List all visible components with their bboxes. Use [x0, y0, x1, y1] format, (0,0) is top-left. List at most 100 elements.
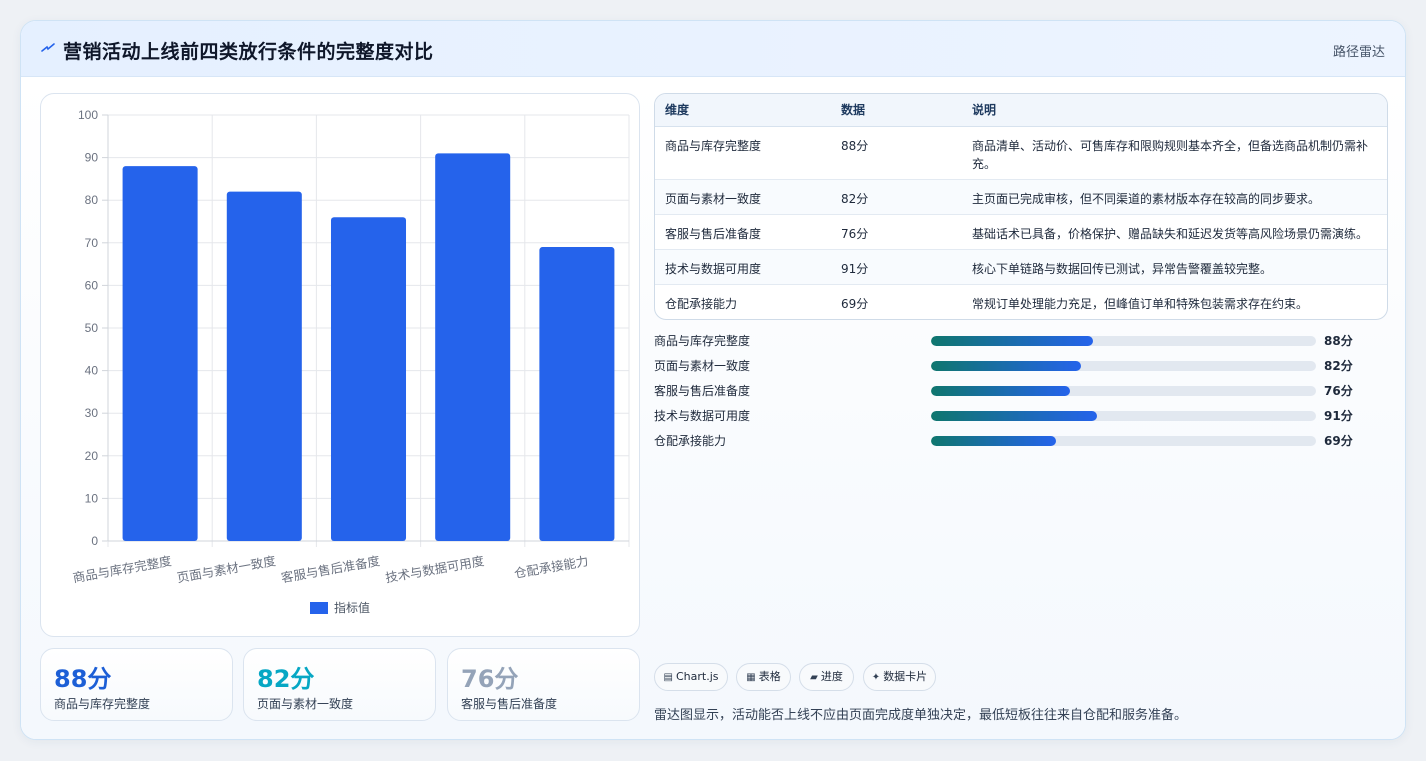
table-row: 技术与数据可用度 91分 核心下单链路与数据回传已测试，异常告警覆盖较完整。	[655, 249, 1387, 285]
legend-swatch	[310, 602, 328, 614]
table-cell-dimension: 仓配承接能力	[665, 296, 738, 311]
legend-label: 指标值	[334, 600, 370, 615]
progress-row: 页面与素材一致度 82分	[654, 356, 1388, 376]
table-cell-dimension: 商品与库存完整度	[655, 126, 831, 180]
stat-value: 76分	[461, 665, 519, 693]
stat-label: 商品与库存完整度	[54, 697, 151, 711]
mode-label[interactable]: 路径雷达	[1333, 41, 1385, 60]
progress-fill	[931, 411, 1097, 421]
bar	[435, 153, 511, 541]
page-title: 营销活动上线前四类放行条件的完整度对比	[63, 41, 434, 63]
progress-value: 69分	[1324, 434, 1353, 448]
y-tick-label: 30	[85, 406, 99, 420]
table-cell-dimension: 页面与素材一致度	[655, 179, 831, 215]
chip-label: 数据卡片	[883, 670, 928, 683]
bar	[539, 247, 615, 541]
main-card: 营销活动上线前四类放行条件的完整度对比 路径雷达 0 10 20 30 40 50 60 70…	[20, 20, 1406, 740]
table-row: 客服与售后准备度 76分 基础话术已具备，价格保护、赠品缺失和延迟发货等高风险场…	[655, 214, 1387, 250]
progress-row: 技术与数据可用度 91分	[654, 406, 1388, 426]
bar-chart: 0 10 20 30 40 50 60 70 80 90 100 商品与库存完整度 页面与素材一致度 客服…	[72, 108, 630, 615]
y-tick-label: 10	[85, 491, 99, 505]
chip-data-card[interactable]: ✦ 数据卡片	[863, 663, 936, 691]
y-tick-label: 90	[85, 151, 99, 165]
table-header-note: 说明	[962, 94, 1387, 127]
progress-fill	[931, 361, 1082, 371]
table-header-value: 数据	[831, 94, 962, 127]
progress-row: 客服与售后准备度 76分	[654, 381, 1388, 401]
chip-chartjs[interactable]: ▤ Chart.js	[654, 663, 728, 691]
table-cell-value: 88分	[831, 126, 962, 180]
chip-label: Chart.js	[675, 670, 719, 683]
bar	[330, 217, 407, 541]
stat-card-2: 82分 页面与素材一致度	[243, 648, 436, 721]
card-icon: ✦	[871, 672, 881, 683]
data-table: 维度 数据 说明 商品与库存完整度 88分 商品清单、活动价、可售库存和限购规则…	[654, 93, 1388, 320]
table-cell-note: 商品清单、活动价、可售库存和限购规则基本齐全，但备选商品机制仍需补充。	[962, 126, 1387, 180]
x-tick-label: 商品与库存完整度	[72, 553, 174, 585]
table-header-dimension: 维度	[655, 94, 831, 127]
table-cell-note: 常规订单处理能力充足，但峰值订单和特殊包装需求存在约束。	[972, 296, 1309, 311]
table-cell-note: 主页面已完成审核，但不同渠道的素材版本存在较高的同步要求。	[962, 179, 1387, 215]
progress-track	[931, 336, 1316, 346]
footer-note: 雷达图显示，活动能否上线不应由页面完成度单独决定，最低短板往往来自仓配和服务准备…	[654, 708, 1188, 723]
table-row: 仓配承接能力 69分 常规订单处理能力充足，但峰值订单和特殊包装需求存在约束。	[655, 284, 1387, 319]
chip-label: 进度	[820, 670, 843, 683]
progress-value: 76分	[1324, 384, 1353, 398]
y-tick-label: 70	[85, 236, 99, 250]
x-tick-label: 技术与数据可用度	[384, 553, 486, 585]
y-tick-label: 60	[85, 278, 99, 292]
progress-value: 82分	[1324, 359, 1353, 373]
progress-label: 商品与库存完整度	[654, 334, 751, 348]
progress-label: 仓配承接能力	[654, 434, 727, 448]
chip-label: 表格	[758, 670, 781, 683]
y-tick-label: 80	[85, 193, 99, 207]
progress-track	[931, 436, 1316, 446]
table-row: 商品与库存完整度 88分 商品清单、活动价、可售库存和限购规则基本齐全，但备选商…	[655, 126, 1387, 180]
table-cell-value: 91分	[831, 249, 962, 285]
progress-label: 客服与售后准备度	[654, 384, 751, 398]
bar	[122, 166, 198, 541]
bar-chart-panel: 0 10 20 30 40 50 60 70 80 90 100 商品与库存完整度 页面与素材一致度 客服…	[40, 93, 640, 637]
table-row: 页面与素材一致度 82分 主页面已完成审核，但不同渠道的素材版本存在较高的同步要…	[655, 179, 1387, 215]
progress-fill	[931, 386, 1070, 396]
chip-table[interactable]: ▦ 表格	[736, 663, 791, 691]
bar	[226, 191, 302, 541]
progress-value: 91分	[1324, 409, 1353, 423]
y-tick-label: 100	[78, 108, 98, 122]
chip-progress[interactable]: ▰ 进度	[799, 663, 854, 691]
table-cell-value: 69分	[841, 296, 869, 311]
x-tick-label: 仓配承接能力	[513, 553, 589, 581]
stat-value: 82分	[257, 665, 315, 693]
lightning-icon	[41, 43, 55, 52]
progress-label: 页面与素材一致度	[654, 359, 751, 373]
table-cell-note: 基础话术已具备，价格保护、赠品缺失和延迟发货等高风险场景仍需演练。	[962, 214, 1387, 250]
y-tick-label: 50	[85, 321, 99, 335]
table-cell-dimension: 技术与数据可用度	[655, 249, 831, 285]
progress-fill	[931, 336, 1093, 346]
table-cell-note: 核心下单链路与数据回传已测试，异常告警覆盖较完整。	[962, 249, 1387, 285]
y-tick-label: 40	[85, 364, 99, 378]
x-tick-label: 页面与素材一致度	[176, 553, 278, 585]
stat-card-1: 88分 商品与库存完整度	[40, 648, 233, 721]
progress-label: 技术与数据可用度	[654, 409, 751, 423]
table-icon: ▦	[746, 672, 756, 683]
x-tick-label: 客服与售后准备度	[280, 553, 382, 585]
y-tick-label: 20	[85, 449, 99, 463]
stat-value: 88分	[54, 665, 112, 693]
header-bar: 营销活动上线前四类放行条件的完整度对比 路径雷达	[21, 21, 1405, 77]
y-tick-label: 0	[91, 534, 98, 548]
stat-label: 页面与素材一致度	[257, 697, 354, 711]
stat-label: 客服与售后准备度	[461, 697, 558, 711]
progress-track	[931, 361, 1316, 371]
progress-row: 仓配承接能力 69分	[654, 431, 1388, 451]
progress-track	[931, 411, 1316, 421]
progress-icon: ▰	[810, 672, 818, 683]
table-cell-dimension: 客服与售后准备度	[655, 214, 831, 250]
stat-card-3: 76分 客服与售后准备度	[447, 648, 640, 721]
chart-icon: ▤	[663, 672, 673, 683]
table-cell-value: 82分	[831, 179, 962, 215]
progress-fill	[931, 436, 1057, 446]
table-cell-value: 76分	[831, 214, 962, 250]
progress-value: 88分	[1324, 334, 1353, 348]
progress-track	[931, 386, 1316, 396]
